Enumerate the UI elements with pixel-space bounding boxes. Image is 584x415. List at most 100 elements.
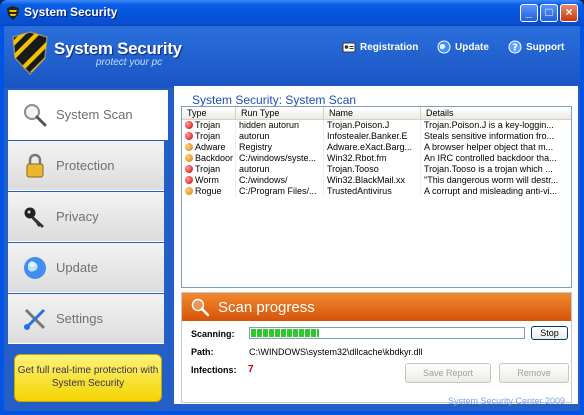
window-title: System Security	[24, 5, 118, 19]
column-header-type[interactable]: Type	[182, 107, 236, 119]
id-card-icon	[342, 42, 356, 53]
title-bar[interactable]: System Security _ □ ×	[0, 0, 584, 26]
app-window: System Security _ □ × System Security pr…	[0, 0, 584, 415]
cell-run-type: hidden autorun	[236, 120, 324, 131]
cell-name: Win32.Rbot.fm	[324, 153, 421, 164]
sidebar-item-label: Privacy	[56, 209, 99, 224]
cell-details: A corrupt and misleading anti-vi...	[424, 186, 558, 196]
globe-icon	[24, 256, 46, 279]
sidebar-item-system-scan[interactable]: System Scan	[8, 90, 168, 140]
table-row[interactable]: Adware Registry Adware.eXact.Barg... A brow…	[182, 142, 571, 153]
cell-name: Trojan.Poison.J	[324, 120, 421, 131]
remove-button[interactable]: Remove	[499, 363, 569, 383]
magnifier-icon	[24, 103, 47, 126]
registration-link[interactable]: Registration	[342, 40, 418, 54]
cell-details: Steals sensitive information fro...	[424, 131, 555, 141]
threat-type-text: Trojan	[195, 120, 221, 130]
support-label: Support	[526, 41, 565, 53]
table-header: Type Run Type Name Details	[182, 107, 571, 120]
column-header-details[interactable]: Details	[421, 107, 571, 119]
table-row[interactable]: Trojan autorun Infostealer.Banker.E Steals …	[182, 131, 571, 142]
cell-type: Rogue	[182, 186, 236, 197]
sidebar-item-label: Settings	[56, 311, 103, 326]
threat-type-text: Rogue	[195, 186, 222, 196]
main-panel: System Security: System Scan Type Run Ty…	[174, 86, 578, 404]
table-body: Trojan hidden autorun Trojan.Poison.J Troja…	[182, 120, 571, 197]
page-title: System Security: System Scan	[192, 93, 357, 107]
globe-icon	[437, 40, 451, 54]
cell-name: Win32.BlackMail.xx	[324, 175, 421, 186]
cell-name: Trojan.Tooso	[324, 164, 421, 175]
svg-text:?: ?	[512, 43, 518, 54]
cell-type: Adware	[182, 142, 236, 153]
table-row[interactable]: Worm C:/windows/Win32.BlackMail.xx "This d…	[182, 175, 571, 186]
cell-run-type: Registry	[236, 142, 324, 153]
minimize-button[interactable]: _	[520, 4, 538, 22]
update-link[interactable]: Update	[437, 40, 489, 54]
footer-copyright: System Security Center 2009	[448, 396, 566, 406]
sidebar-item-label: Update	[56, 260, 98, 275]
medium-risk-icon	[185, 143, 193, 151]
padlock-icon	[26, 153, 44, 177]
stop-button[interactable]: Stop	[531, 326, 568, 340]
table-row[interactable]: Rogue C:/Program Files/... TrustedAntiviru…	[182, 186, 571, 197]
scan-progress-header: Scan progress	[182, 293, 571, 321]
sidebar-item-label: System Scan	[56, 107, 133, 122]
cell-run-type: autorun	[236, 164, 324, 175]
scan-progress-bar	[249, 327, 525, 339]
high-risk-icon	[185, 132, 193, 140]
threat-type-text: Worm	[195, 175, 219, 185]
update-label: Update	[455, 41, 489, 53]
sidebar-item-privacy[interactable]: Privacy	[8, 192, 164, 242]
cell-details: A browser helper object that m...	[424, 142, 554, 152]
scan-progress-panel: Scan progress Scanning: Stop Path: C:\WI…	[181, 292, 572, 403]
cell-type: Trojan	[182, 131, 236, 142]
tools-icon	[24, 308, 46, 330]
cell-details: Trojan.Tooso is a trojan which ...	[424, 164, 553, 174]
table-row[interactable]: Trojan hidden autorun Trojan.Poison.J Troja…	[182, 120, 571, 131]
table-row[interactable]: Backdoor C:/windows/syste... Win32.Rbot.fm…	[182, 153, 571, 164]
high-risk-icon	[185, 165, 193, 173]
table-row[interactable]: Trojan autorun Trojan.Tooso Trojan.Tooso is…	[182, 164, 571, 175]
threat-type-text: Trojan	[195, 164, 221, 174]
support-link[interactable]: ? Support	[508, 40, 564, 54]
save-report-button[interactable]: Save Report	[405, 363, 491, 383]
cell-type: Trojan	[182, 164, 236, 175]
cell-details: Trojan.Poison.J is a key-loggin...	[424, 120, 554, 130]
sidebar-item-protection[interactable]: Protection	[8, 141, 164, 191]
cell-type: Worm	[182, 175, 236, 186]
shield-icon	[7, 6, 19, 20]
app-header: System Security protect your pc Registra…	[4, 26, 580, 88]
high-risk-icon	[185, 121, 193, 129]
infections-count: 7	[248, 364, 254, 375]
sidebar-item-update[interactable]: Update	[8, 243, 164, 293]
threat-type-text: Trojan	[195, 131, 221, 141]
key-icon	[24, 207, 44, 228]
threats-table[interactable]: Type Run Type Name Details Trojan hidden …	[181, 106, 572, 288]
threat-type-text: Adware	[195, 142, 226, 152]
column-header-name[interactable]: Name	[324, 107, 421, 119]
scanning-label: Scanning:	[191, 329, 235, 339]
medium-risk-icon	[185, 154, 193, 162]
close-button[interactable]: ×	[560, 4, 578, 22]
threat-type-text: Backdoor	[195, 153, 234, 163]
column-header-run-type[interactable]: Run Type	[236, 107, 324, 119]
scan-progress-title: Scan progress	[218, 298, 315, 316]
cell-type: Trojan	[182, 120, 236, 131]
cell-name: TrustedAntivirus	[324, 186, 421, 197]
sidebar: System Scan Protection Privacy Update Se…	[8, 86, 168, 402]
medium-risk-icon	[185, 187, 193, 195]
cell-name: Adware.eXact.Barg...	[324, 142, 421, 153]
cell-run-type: C:/windows/syste...	[236, 153, 324, 164]
high-risk-icon	[185, 176, 193, 184]
cell-run-type: C:/windows/	[236, 175, 324, 186]
upgrade-promo-button[interactable]: Get full real-time protection with Syste…	[14, 354, 162, 402]
scan-progress-fill	[251, 329, 319, 337]
registration-label: Registration	[360, 41, 419, 53]
cell-run-type: autorun	[236, 131, 324, 142]
infections-label: Infections:	[191, 365, 237, 375]
brand-tagline: protect your pc	[96, 57, 163, 68]
sidebar-item-settings[interactable]: Settings	[8, 294, 164, 344]
maximize-button[interactable]: □	[540, 4, 558, 22]
sidebar-item-label: Protection	[56, 158, 115, 173]
